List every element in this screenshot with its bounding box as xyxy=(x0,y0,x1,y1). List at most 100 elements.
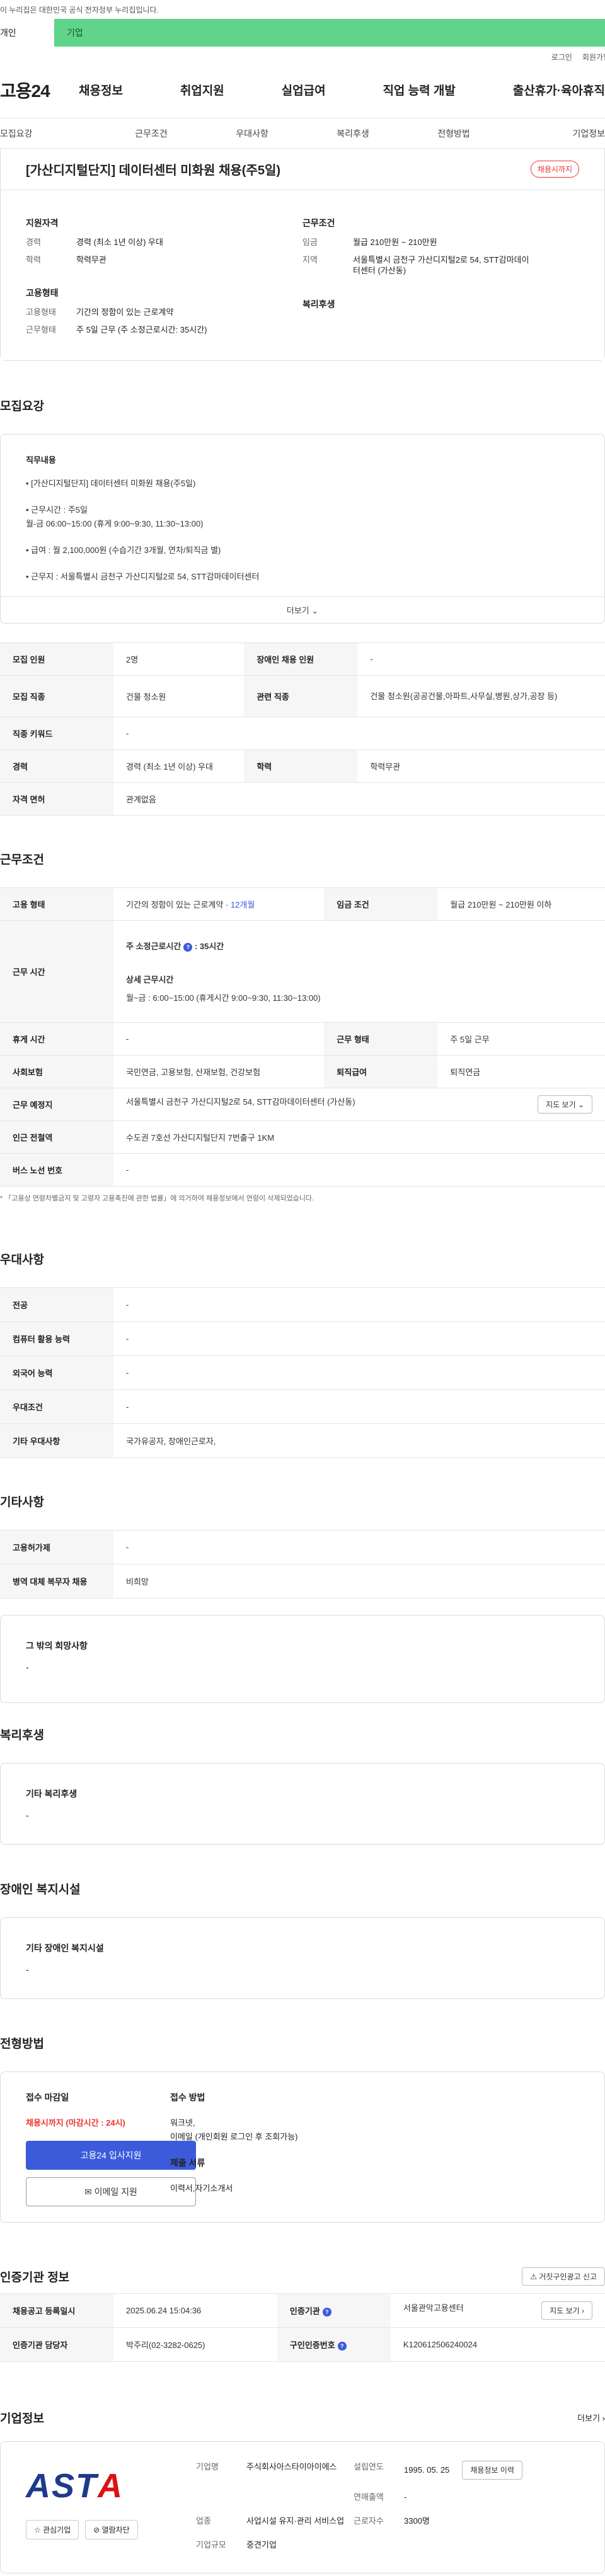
label: 사회보험 xyxy=(0,1055,113,1088)
gov-notice: 이 누리집은 대한민국 공식 전자정부 누리집입니다. xyxy=(0,0,605,19)
label: 기업규모 xyxy=(196,2540,226,2550)
label: 연매출액 xyxy=(354,2492,384,2502)
block-company-button[interactable]: ⊘ 열람차단 xyxy=(85,2520,138,2539)
table-row: 버스 노선 번호 - xyxy=(0,1153,605,1187)
cert-table: 채용공고 등록일시 2025.06.24 15:04:36 인증기관? 서울관악… xyxy=(0,2293,605,2362)
tab-personal[interactable]: 개인 xyxy=(0,19,54,47)
label: 병역 대체 복무자 채용 xyxy=(0,1564,113,1599)
value: 중견기업 xyxy=(246,2540,277,2550)
value: 2명 xyxy=(113,642,245,676)
value: 1995. 05. 25 xyxy=(404,2465,450,2475)
anchor-process[interactable]: 전형방법 xyxy=(403,127,504,140)
disabled-heading: 기타 장애인 복지시설 xyxy=(26,1943,104,1953)
value: K120612506240024 xyxy=(390,2327,605,2362)
label: 직종 키워드 xyxy=(0,717,113,751)
value: 서울관악고용센터 xyxy=(403,2303,464,2313)
label: 업종 xyxy=(196,2516,211,2526)
more-button[interactable]: 더보기 ⌄ xyxy=(1,596,604,623)
label: 우대조건 xyxy=(0,1389,113,1424)
value: 건물 청소원 xyxy=(113,675,245,718)
other-wish-card: 그 밖의 희망사항 - xyxy=(0,1615,605,1703)
value: - xyxy=(113,1321,605,1356)
label: 경력 xyxy=(26,237,41,247)
nav-maternity-leave[interactable]: 출산휴가·육아휴직 xyxy=(513,81,605,98)
label: 근무 예정지 xyxy=(0,1088,113,1121)
table-row: 모집 직종 건물 청소원 관련 직종 건물 청소원(공공건물,아파트,사무실,병… xyxy=(0,675,605,718)
value: - xyxy=(404,2492,407,2502)
detail-hours-heading: 상세 근무시간 xyxy=(126,975,174,984)
table-row: 고용허가제 - xyxy=(0,1530,605,1564)
label: 모집 인원 xyxy=(0,642,113,676)
info-icon[interactable]: ? xyxy=(322,2308,331,2317)
table-row: 모집 인원 2명 장애인 채용 인원 - xyxy=(0,642,605,676)
anchor-company[interactable]: 기업정보 xyxy=(504,127,605,140)
section-title-prefer: 우대사항 xyxy=(0,1253,44,1267)
label: 채용공고 등록일시 xyxy=(0,2293,113,2328)
value: 주 5일 근무 (주 소정근로시간: 35시간) xyxy=(76,324,207,334)
favorite-company-button[interactable]: ☆ 관심기업 xyxy=(26,2520,79,2539)
label: 컴퓨터 활용 능력 xyxy=(0,1321,113,1356)
anchor-work[interactable]: 근무조건 xyxy=(101,127,202,140)
job-title: [가산디지털단지] 데이터센터 미화원 채용(주5일) xyxy=(26,164,281,178)
info-icon[interactable]: ? xyxy=(337,2342,347,2351)
label: 자격 면허 xyxy=(0,782,113,816)
label: 고용허가제 xyxy=(0,1530,113,1564)
table-row: 근무 시간 주 소정근로시간? : 35시간 상세 근무시간 월~금 : 6:0… xyxy=(0,920,605,1023)
table-row: 기타 우대사항 국가유공자, 장애인근로자, xyxy=(0,1423,605,1458)
label: 지역 xyxy=(302,254,318,265)
history-button[interactable]: 채용정보 이력 xyxy=(462,2461,522,2480)
label: 임금 조건 xyxy=(324,887,438,921)
value: 관계없음 xyxy=(113,782,605,816)
label: 학력 xyxy=(244,749,358,784)
other-wish-heading: 그 밖의 희망사항 xyxy=(26,1641,88,1651)
value: 3300명 xyxy=(404,2516,430,2526)
anchor-welfare[interactable]: 복리후생 xyxy=(302,127,403,140)
nav-unemployment-benefit[interactable]: 실업급여 xyxy=(282,81,326,98)
docs-heading: 제출 서류 xyxy=(170,2158,205,2169)
label: 기타 우대사항 xyxy=(0,1423,113,1458)
anchor-recruit[interactable]: 모집요강 xyxy=(0,127,101,140)
map-button[interactable]: 지도 보기 ⌄ xyxy=(538,1095,592,1114)
value: 2025.06.24 15:04:36 xyxy=(113,2293,277,2328)
method-value: 워크넷, 이메일 (개인회원 로그인 후 조회가능) xyxy=(170,2118,298,2142)
value: - xyxy=(113,1355,605,1390)
section-title-recruit: 모집요강 xyxy=(0,400,44,413)
label: 관련 직종 xyxy=(244,675,358,718)
label: 퇴직급여 xyxy=(324,1055,438,1088)
user-type-tabs: 개인 기업 xyxy=(0,19,605,47)
login-link[interactable]: 로그인 xyxy=(551,52,572,62)
nav-employment-support[interactable]: 취업지원 xyxy=(180,81,224,98)
value: 수도권 7호선 가산디지털단지 7번출구 1KM xyxy=(113,1120,605,1154)
value: 경력 (최소 1년 이상) 우대 xyxy=(113,749,245,784)
age-notice: * 「고용상 연령차별금지 및 고령자 고용촉진에 관한 법률」에 의거하여 채… xyxy=(0,1195,314,1202)
company-more-link[interactable]: 더보기 › xyxy=(577,2412,605,2424)
section-title-welfare: 복리후생 xyxy=(0,1729,44,1742)
weekly-hours-value: : 35시간 xyxy=(194,942,224,951)
welfare-card: 기타 복리후생 - xyxy=(0,1763,605,1845)
tab-company[interactable]: 기업 xyxy=(54,19,605,47)
label: 인증기관 담당자 xyxy=(0,2327,113,2362)
table-row: 직종 키워드 - xyxy=(0,717,605,751)
cert-map-button[interactable]: 지도 보기 › xyxy=(541,2301,592,2320)
value: 국가유공자, 장애인근로자, xyxy=(113,1423,605,1458)
nav-jobs[interactable]: 채용정보 xyxy=(79,81,123,98)
value: 비희망 xyxy=(113,1564,605,1599)
process-card: 접수 마감일 채용시까지 (마감시간 : 24시) 고용24 입사지원 ✉ 이메… xyxy=(0,2072,605,2223)
table-row: 경력 경력 (최소 1년 이상) 우대 학력 학력무관 xyxy=(0,749,605,784)
value: 주 5일 근무 xyxy=(437,1022,605,1056)
report-button[interactable]: ⚠ 거짓구인광고 신고 xyxy=(522,2267,605,2286)
label: 근무 형태 xyxy=(324,1022,438,1056)
disabled-value: - xyxy=(26,1964,29,1975)
label: 고용 형태 xyxy=(0,887,113,921)
value: 퇴직연금 xyxy=(437,1055,605,1088)
anchor-prefer[interactable]: 우대사항 xyxy=(202,127,302,140)
section-title-etc: 기타사항 xyxy=(0,1496,44,1509)
signup-link[interactable]: 회원가입 xyxy=(582,52,605,62)
section-title-process: 전형방법 xyxy=(0,2037,44,2051)
nav-job-training[interactable]: 직업 능력 개발 xyxy=(383,81,455,98)
site-logo[interactable]: 고용24 xyxy=(0,77,79,103)
section-title-company: 기업정보 xyxy=(0,2412,44,2425)
table-row: 병역 대체 복무자 채용 비희망 xyxy=(0,1564,605,1599)
info-icon[interactable]: ? xyxy=(183,943,193,952)
label: 근무 시간 xyxy=(0,920,113,1023)
